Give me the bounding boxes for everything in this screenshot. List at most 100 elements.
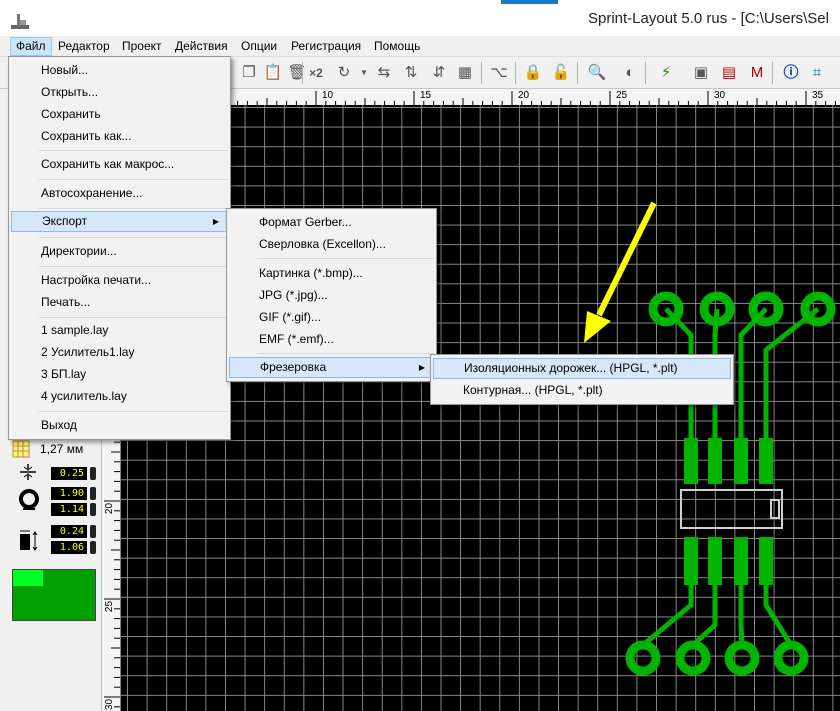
align-icon[interactable]: ⇅ — [400, 62, 422, 84]
menu-recent-1[interactable]: 1 sample.lay — [11, 320, 228, 341]
trace-4 — [763, 307, 820, 438]
toolbar-separator — [772, 62, 773, 84]
smd-pad-icon — [20, 530, 38, 551]
submenu-arrow-icon: ▶ — [418, 363, 425, 372]
pad-outer-value[interactable]: 1.90 — [51, 487, 87, 500]
copy-icon[interactable]: ❐ — [238, 62, 260, 84]
track-width-value[interactable]: 0.25 — [51, 467, 87, 480]
pad-inner-spinner[interactable] — [90, 503, 96, 516]
macro-icon[interactable]: M — [746, 62, 768, 84]
connection-icon[interactable]: ⌥ — [488, 62, 510, 84]
menu-autosave[interactable]: Автосохранение... — [11, 183, 228, 204]
menu-new[interactable]: Новый... — [11, 60, 228, 81]
menu-excellon[interactable]: Сверловка (Excellon)... — [229, 234, 434, 255]
smd-height-spinner[interactable] — [90, 541, 96, 554]
menu-open[interactable]: Открыть... — [11, 82, 228, 103]
menu-separator — [39, 208, 228, 209]
rotate-icon[interactable]: ↻ — [333, 62, 355, 84]
menu-separator — [39, 266, 228, 267]
ruler-label-top: 15 — [420, 90, 432, 101]
pad-icon — [19, 489, 39, 510]
milling-submenu: Изоляционных дорожек... (HPGL, *.plt) Ко… — [430, 354, 734, 405]
ruler-label-top: 25 — [616, 90, 628, 101]
pad-bottom-4 — [773, 640, 809, 676]
rotate-dropdown-icon[interactable]: ▼ — [353, 62, 375, 84]
annotation-arrow-head — [584, 311, 611, 343]
menu-contour-milling[interactable]: Контурная... (HPGL, *.plt) — [433, 380, 731, 401]
menu-print-setup[interactable]: Настройка печати... — [11, 270, 228, 291]
menu-project[interactable]: Проект — [117, 38, 167, 55]
menu-milling[interactable]: Фрезеровка ▶ — [229, 357, 434, 378]
autoroute-icon[interactable]: ⚡ — [655, 62, 677, 84]
toolbar-separator — [645, 62, 646, 84]
pad-bottom-3 — [724, 640, 760, 676]
grid-size-label: 1,27 мм — [40, 442, 84, 456]
trace-6 — [691, 585, 718, 647]
menu-directories[interactable]: Директории... — [11, 241, 228, 262]
test-icon[interactable]: ▣ — [690, 62, 712, 84]
menu-gif[interactable]: GIF (*.gif)... — [229, 307, 434, 328]
crop-icon[interactable]: ⌗ — [806, 62, 828, 84]
track-width-spinner[interactable] — [90, 467, 96, 480]
menu-save[interactable]: Сохранить — [11, 104, 228, 125]
menu-save-as[interactable]: Сохранить как... — [11, 126, 228, 147]
menu-file[interactable]: Файл — [10, 37, 52, 56]
ruler-label-top: 10 — [322, 90, 334, 101]
grid-icon[interactable] — [12, 440, 30, 458]
toolbar-separator — [302, 62, 303, 84]
paste-icon[interactable]: 📋 — [262, 62, 284, 84]
zoom-icon[interactable]: 🔍 — [586, 62, 608, 84]
smd-width-value[interactable]: 0.24 — [51, 525, 87, 538]
menu-emf[interactable]: EMF (*.emf)... — [229, 329, 434, 350]
menu-gerber[interactable]: Формат Gerber... — [229, 212, 434, 233]
menu-help[interactable]: Помощь — [369, 38, 425, 55]
menu-recent-2[interactable]: 2 Усилитель1.lay — [11, 342, 228, 363]
menu-edit[interactable]: Редактор — [53, 38, 115, 55]
info-icon[interactable]: ⓘ — [780, 62, 802, 84]
menu-milling-label: Фрезеровка — [260, 360, 327, 374]
pad-bottom-2 — [675, 640, 711, 676]
menu-separator — [39, 317, 228, 318]
menu-isolation-milling[interactable]: Изоляционных дорожек... (HPGL, *.plt) — [433, 358, 731, 379]
mirror-v-icon[interactable]: ⇵ — [428, 62, 450, 84]
menu-registration[interactable]: Регистрация — [286, 38, 366, 55]
file-menu: Новый... Открыть... Сохранить Сохранить … — [8, 56, 231, 440]
mirror-h-icon[interactable]: ⇆ — [373, 62, 395, 84]
annotation-arrow — [596, 201, 657, 317]
toolbar-separator — [577, 62, 578, 84]
submenu-arrow-icon: ▶ — [212, 217, 219, 226]
menu-save-as-macro[interactable]: Сохранить как макрос... — [11, 154, 228, 175]
drc-icon[interactable]: ▤ — [718, 62, 740, 84]
smd-width-spinner[interactable] — [90, 525, 96, 538]
menu-recent-4[interactable]: 4 усилитель.lay — [11, 386, 228, 407]
trace-5 — [641, 585, 694, 647]
pad-bottom-1 — [625, 640, 661, 676]
menu-separator — [257, 258, 434, 259]
menu-actions[interactable]: Действия — [170, 38, 233, 55]
ruler-label-left: 25 — [104, 600, 116, 613]
lock-icon[interactable]: 🔒 — [522, 62, 544, 84]
app-icon[interactable] — [9, 11, 31, 31]
component-notch — [770, 499, 780, 519]
layer-preview[interactable] — [12, 569, 96, 621]
menu-separator — [257, 353, 434, 354]
view-icon[interactable]: ◐ — [619, 62, 641, 84]
unlock-icon[interactable]: 🔓 — [550, 62, 572, 84]
title-bar: Sprint-Layout 5.0 rus - [C:\Users\Sel — [0, 0, 840, 36]
menu-recent-3[interactable]: 3 БП.lay — [11, 364, 228, 385]
menu-bar: Файл Редактор Проект Действия Опции Реги… — [0, 36, 840, 57]
menu-export[interactable]: Экспорт ▶ — [11, 211, 228, 232]
menu-options[interactable]: Опции — [236, 38, 282, 55]
duplicate-icon[interactable]: ×2 — [305, 62, 327, 84]
menu-exit[interactable]: Выход — [11, 415, 228, 436]
window-title: Sprint-Layout 5.0 rus - [C:\Users\Sel — [588, 10, 829, 27]
menu-bmp[interactable]: Картинка (*.bmp)... — [229, 263, 434, 284]
trace-3 — [738, 307, 768, 438]
menu-print[interactable]: Печать... — [11, 292, 228, 313]
menu-jpg[interactable]: JPG (*.jpg)... — [229, 285, 434, 306]
menu-export-label: Экспорт — [42, 214, 88, 228]
pad-inner-value[interactable]: 1.14 — [51, 503, 87, 516]
group-icon[interactable]: ▦ — [454, 62, 476, 84]
smd-height-value[interactable]: 1.06 — [51, 541, 87, 554]
pad-outer-spinner[interactable] — [90, 487, 96, 500]
